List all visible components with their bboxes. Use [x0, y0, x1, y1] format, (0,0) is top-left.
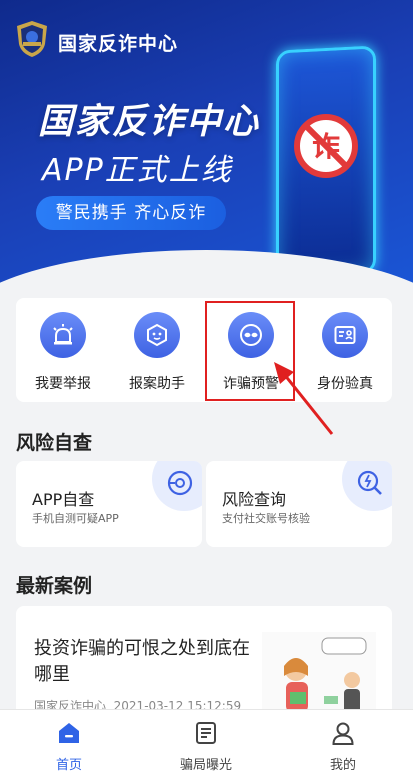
banner-headline: 国家反诈中心 [38, 102, 261, 142]
document-icon [196, 722, 216, 744]
risk-card-app-check[interactable]: APP自查 手机自测可疑APP [16, 461, 202, 547]
bottom-tab-bar: 首页 骗局曝光 我的 [0, 709, 413, 779]
case-item[interactable]: 投资诈骗的可恨之处到底在哪里 国家反诈中心 2021-03-12 15:12:5… [16, 606, 392, 716]
home-icon [59, 723, 79, 743]
home-page: 国家反诈中心 国家反诈中心 APP正式上线 警民携手 齐心反诈 诈 我要举报 [0, 0, 413, 779]
section-title-risk-check: 风险自查 [16, 432, 93, 454]
police-badge-icon [17, 21, 47, 57]
quick-action-report[interactable]: 我要举报 [16, 298, 110, 402]
hero-banner[interactable]: 国家反诈中心 国家反诈中心 APP正式上线 警民携手 齐心反诈 诈 [0, 0, 413, 292]
quick-action-label: 我要举报 [35, 376, 91, 392]
quick-action-label: 报案助手 [129, 376, 185, 392]
annotation-arrow-icon [274, 362, 334, 435]
scan-icon [167, 470, 193, 496]
risk-card-title: APP自查 [32, 490, 95, 509]
tab-label: 首页 [55, 758, 82, 773]
risk-card-title: 风险查询 [222, 490, 287, 509]
risk-card-risk-query[interactable]: 风险查询 支付社交账号核验 [206, 461, 392, 547]
siren-icon [53, 324, 73, 345]
risk-card-desc: 支付社交账号核验 [222, 512, 310, 525]
app-title: 国家反诈中心 [58, 33, 179, 55]
tab-label: 我的 [329, 758, 356, 773]
section-title-latest-cases: 最新案例 [16, 575, 93, 597]
banner-slogan: 警民携手 齐心反诈 [36, 196, 226, 230]
quick-action-case-assistant[interactable]: 报案助手 [110, 298, 204, 402]
search-alert-icon [357, 470, 382, 495]
tab-home[interactable]: 首页 [0, 710, 138, 779]
assistant-icon [147, 323, 167, 347]
risk-card-desc: 手机自测可疑APP [32, 512, 119, 525]
banner-subline: APP正式上线 [42, 153, 233, 188]
case-illustration [262, 632, 376, 716]
tab-scam-exposure[interactable]: 骗局曝光 [137, 710, 275, 779]
case-title: 投资诈骗的可恨之处到底在哪里 [34, 638, 250, 685]
tab-mine[interactable]: 我的 [274, 710, 412, 779]
id-card-icon [334, 326, 356, 344]
tab-label: 骗局曝光 [179, 758, 232, 773]
user-icon [332, 722, 354, 745]
no-fraud-icon: 诈 [294, 114, 358, 178]
